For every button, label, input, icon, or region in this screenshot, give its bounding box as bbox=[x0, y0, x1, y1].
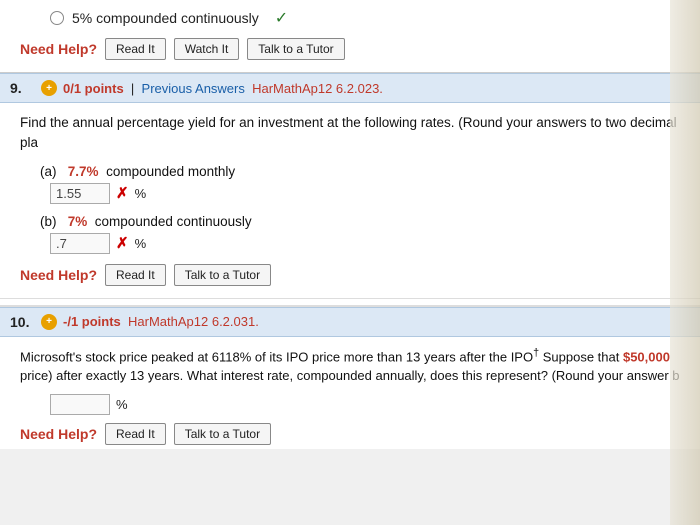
answer-option-text: 5% compounded continuously bbox=[72, 10, 259, 26]
radio-button bbox=[50, 11, 64, 25]
q9-part-b: (b) 7% compounded continuously ✗ % bbox=[20, 214, 680, 254]
q9-part-a-input[interactable] bbox=[50, 183, 110, 204]
q10-percent: % bbox=[116, 397, 128, 412]
q10-text-p2: Suppose that bbox=[539, 349, 623, 364]
q9-part-b-label: (b) 7% compounded continuously bbox=[40, 214, 680, 229]
q9-part-b-rate: 7% bbox=[68, 214, 88, 229]
read-it-button-q10[interactable]: Read It bbox=[105, 423, 166, 445]
q9-part-a: (a) 7.7% compounded monthly ✗ % bbox=[20, 164, 680, 204]
q9-question-text: Find the annual percentage yield for an … bbox=[20, 113, 680, 154]
q9-badge: + bbox=[41, 80, 57, 96]
q10-number: 10. bbox=[10, 314, 35, 330]
q10-source: HarMathAp12 6.2.031. bbox=[128, 314, 259, 329]
q10-badge: + bbox=[41, 314, 57, 330]
correct-checkmark: ✓ bbox=[275, 8, 288, 28]
q9-part-a-percent: % bbox=[135, 186, 147, 201]
q10-input-row: % bbox=[20, 394, 680, 415]
q9-part-b-type: compounded continuously bbox=[95, 214, 252, 229]
q9-part-a-rate: 7.7% bbox=[68, 164, 99, 179]
q10-question-text: Microsoft's stock price peaked at 6118% … bbox=[20, 345, 680, 386]
q10-need-help-label: Need Help? bbox=[20, 426, 97, 442]
q9-meta: 0/1 points | Previous Answers HarMathAp1… bbox=[63, 81, 383, 96]
talk-to-tutor-button-q10[interactable]: Talk to a Tutor bbox=[174, 423, 271, 445]
q10-header: 10. + -/1 points HarMathAp12 6.2.031. bbox=[0, 307, 700, 337]
q9-source: HarMathAp12 6.2.023. bbox=[252, 81, 383, 96]
q9-part-b-percent: % bbox=[135, 236, 147, 251]
q9-number: 9. bbox=[10, 80, 35, 96]
q9-part-a-type: compounded monthly bbox=[106, 164, 235, 179]
q9-part-b-input[interactable] bbox=[50, 233, 110, 254]
q9-separator: | bbox=[131, 81, 134, 96]
q10-body: Microsoft's stock price peaked at 6118% … bbox=[0, 337, 700, 449]
read-it-button-top[interactable]: Read It bbox=[105, 38, 166, 60]
watch-it-button[interactable]: Watch It bbox=[174, 38, 240, 60]
q9-part-b-input-row: ✗ % bbox=[40, 233, 680, 254]
q9-need-help-label: Need Help? bbox=[20, 267, 97, 283]
q9-part-a-wrong-icon: ✗ bbox=[116, 184, 129, 202]
q10-highlight: $50,000 bbox=[623, 349, 670, 364]
q10-meta: -/1 points HarMathAp12 6.2.031. bbox=[63, 314, 259, 329]
q10-points: -/1 points bbox=[63, 314, 121, 329]
talk-to-tutor-button-top[interactable]: Talk to a Tutor bbox=[247, 38, 344, 60]
q9-points: 0/1 points bbox=[63, 81, 124, 96]
q10-text-p1: Microsoft's stock price peaked at 6118% … bbox=[20, 349, 533, 364]
read-it-button-q9[interactable]: Read It bbox=[105, 264, 166, 286]
need-help-label: Need Help? bbox=[20, 41, 97, 57]
q9-part-a-label: (a) 7.7% compounded monthly bbox=[40, 164, 680, 179]
talk-to-tutor-button-q9[interactable]: Talk to a Tutor bbox=[174, 264, 271, 286]
q9-prev-answers[interactable]: Previous Answers bbox=[142, 81, 245, 96]
q10-answer-input[interactable] bbox=[50, 394, 110, 415]
q9-body: Find the annual percentage yield for an … bbox=[0, 103, 700, 298]
question-9-header: 9. + 0/1 points | Previous Answers HarMa… bbox=[0, 73, 700, 103]
q9-part-b-wrong-icon: ✗ bbox=[116, 234, 129, 252]
q10-section: 10. + -/1 points HarMathAp12 6.2.031. Mi… bbox=[0, 305, 700, 449]
q10-text-p3: price) after exactly 13 years. What inte… bbox=[20, 368, 680, 383]
q9-part-a-input-row: ✗ % bbox=[40, 183, 680, 204]
